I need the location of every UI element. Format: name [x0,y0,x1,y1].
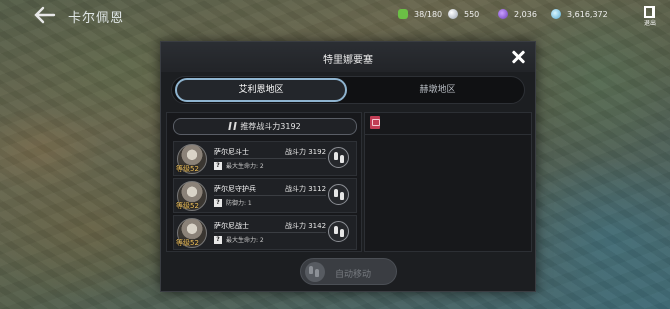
auto-move-button[interactable]: 自动移动 [300,258,397,285]
close-icon[interactable] [510,49,526,65]
divider [365,134,531,135]
question-mark-icon: ? [214,199,222,207]
gold-value: 3,616,372 [567,9,608,19]
dialog-title: 特里娜要塞 [323,55,373,66]
dialog-header: 特里娜要塞 [161,42,535,72]
top-bar: 卡尔佩恩 38/180 550 2,036 3,616,372 退出 [0,0,670,30]
divider [214,195,326,196]
enemy-stat: 最大生命力: 2 [226,163,264,170]
auto-move-label: 自动移动 [335,270,372,280]
stamina-icon [398,9,408,19]
exit-door-icon [644,6,655,18]
footprints-icon [334,152,345,164]
divider [214,158,326,159]
region-tabs: 艾利恩地区 赫墩地区 [171,76,525,104]
gold-coin-icon [551,9,561,19]
divider [214,232,326,233]
enemy-name: 萨尔尼斗士 [214,148,249,156]
gold-counter: 3,616,372 [551,7,608,21]
exit-button[interactable]: 退出 [641,5,659,27]
recommended-power-text: 推荐战斗力3192 [240,122,301,131]
enemy-power: 战斗力 3112 [285,185,327,193]
footprints-icon [309,266,320,278]
level-badge: 等级52 [176,165,199,173]
move-to-button[interactable] [328,184,349,205]
enemy-power: 战斗力 3192 [285,148,327,156]
list-item[interactable]: 等级52 萨尔尼战士 战斗力 3142 ? 最大生命力: 2 [173,215,357,250]
auto-move-icon-circle [305,262,325,282]
footprints-icon [334,189,345,201]
enemy-list-panel: 推荐战斗力3192 等级52 萨尔尼斗士 战斗力 3192 ? 最大生命力: 2… [166,112,362,252]
tab-hedun-region[interactable]: 赫墩地区 [352,78,523,102]
gem-icon [498,9,508,19]
list-item[interactable]: 等级52 萨尔尼守护兵 战斗力 3112 ? 防御力: 1 [173,178,357,213]
stamina-value: 38/180 [414,9,443,19]
question-mark-icon: ? [214,162,222,170]
enemy-stat: 最大生命力: 2 [226,237,264,244]
silver-value: 550 [464,9,480,19]
exit-label: 退出 [643,20,656,27]
tab-ailien-region[interactable]: 艾利恩地区 [175,78,347,102]
move-to-button[interactable] [328,147,349,168]
reward-panel [364,112,532,252]
enemy-name: 萨尔尼战士 [214,222,249,230]
question-mark-icon: ? [214,236,222,244]
back-arrow-icon[interactable] [34,6,56,24]
gem-counter: 2,036 [498,7,537,21]
level-badge: 等级52 [176,202,199,210]
stamina-counter: 38/180 [398,7,442,21]
gem-value: 2,036 [514,9,537,19]
page-title: 卡尔佩恩 [68,11,125,26]
fortress-dialog: 特里娜要塞 艾利恩地区 赫墩地区 推荐战斗力3192 等级52 萨尔尼斗士 战斗… [160,41,536,292]
crossed-swords-icon [228,122,238,130]
flag-icon[interactable] [370,116,380,129]
enemy-power: 战斗力 3142 [285,222,327,230]
level-badge: 等级52 [176,239,199,247]
recommended-power-bar: 推荐战斗力3192 [173,118,357,135]
list-item[interactable]: 等级52 萨尔尼斗士 战斗力 3192 ? 最大生命力: 2 [173,141,357,176]
enemy-stat: 防御力: 1 [226,200,252,207]
silver-counter: 550 [448,7,479,21]
move-to-button[interactable] [328,221,349,242]
silver-coin-icon [448,9,458,19]
footprints-icon [334,226,345,238]
enemy-name: 萨尔尼守护兵 [214,185,256,193]
